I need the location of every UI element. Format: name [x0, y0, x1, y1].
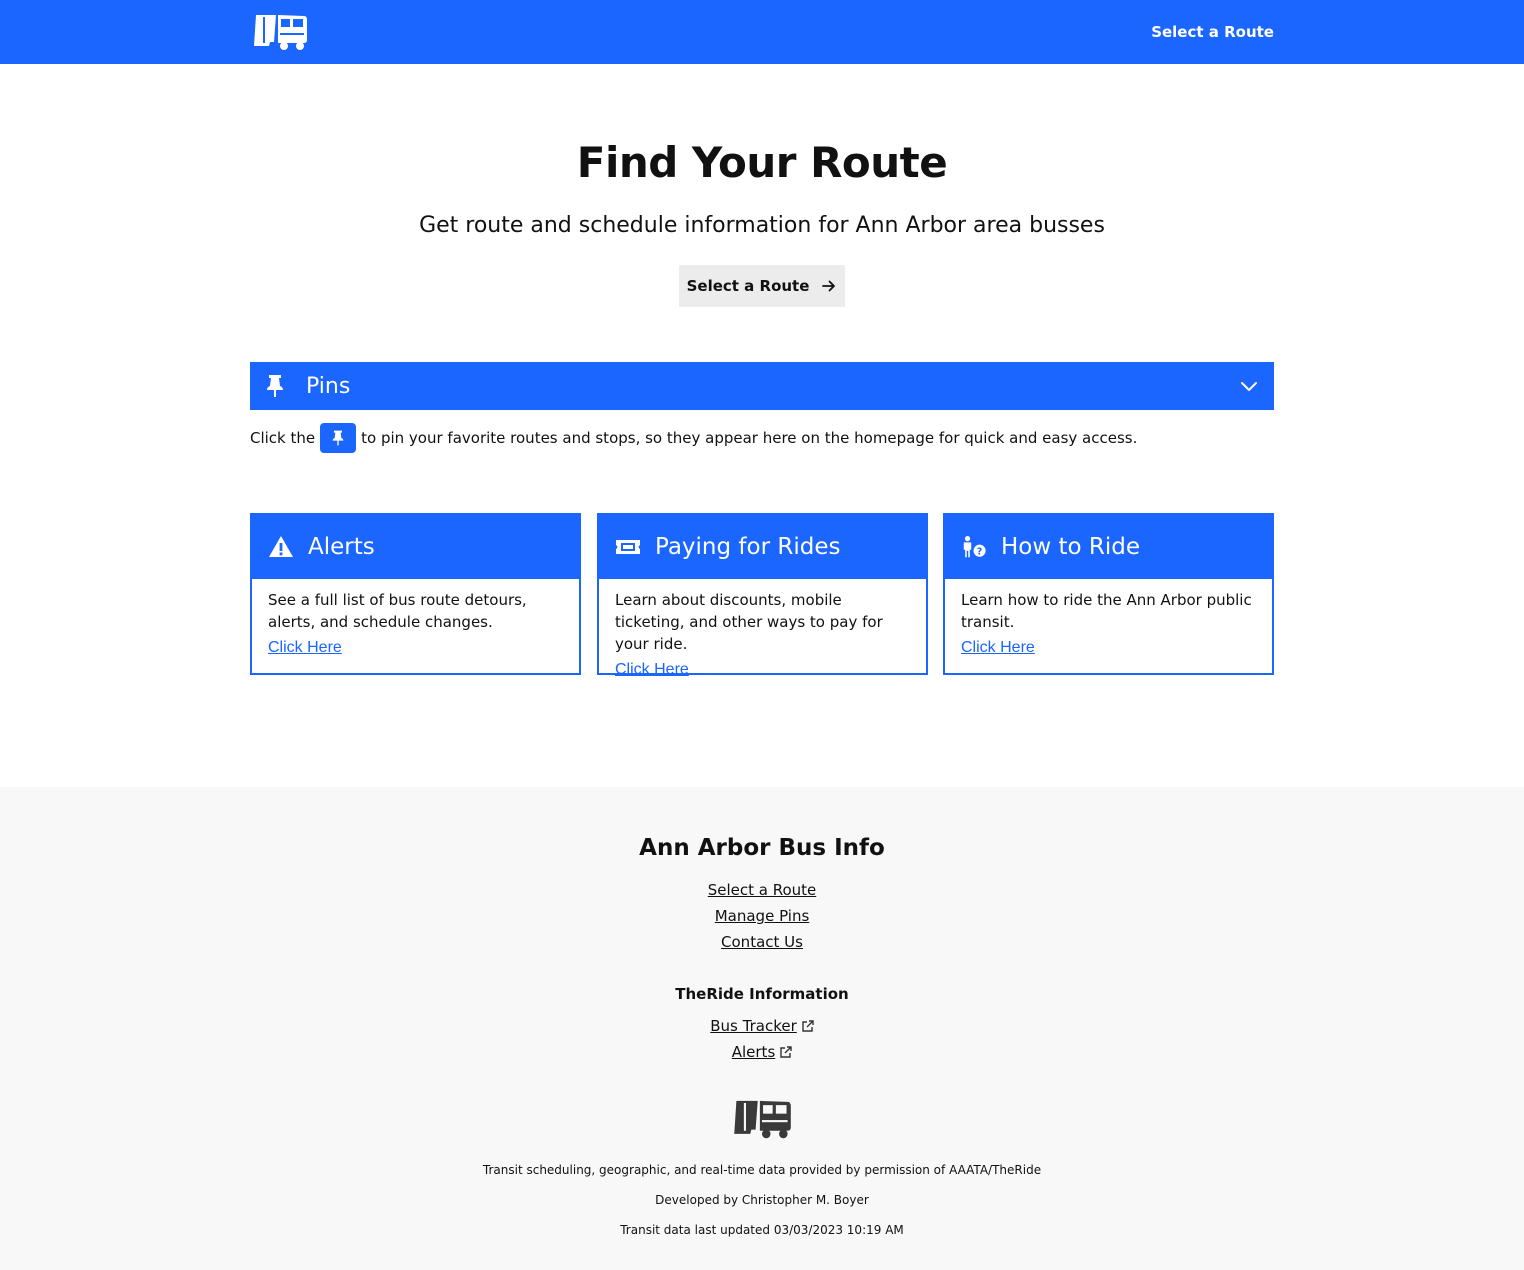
person-question-icon: ?	[963, 536, 986, 557]
theride-alerts-label: Alerts	[731, 1043, 776, 1061]
card-body: Learn about discounts, mobile ticketing,…	[599, 579, 926, 689]
external-link-row: Bus Tracker	[0, 1013, 1524, 1039]
footer-select-route-link[interactable]: Select a Route	[0, 877, 1524, 903]
thumbtack-icon	[267, 375, 283, 397]
inline-pin-badge	[320, 423, 357, 453]
card-header: ? How to Ride	[945, 515, 1272, 579]
card-title: Alerts	[308, 534, 375, 560]
footer-links: Select a Route Manage Pins Contact Us	[0, 877, 1524, 955]
card-header: Alerts	[252, 515, 579, 579]
footer: Ann Arbor Bus Info Select a Route Manage…	[0, 787, 1524, 1270]
card-text: See a full list of bus route detours, al…	[268, 591, 527, 631]
footer-subtitle: TheRide Information	[675, 985, 849, 1003]
footer-contact-us-link[interactable]: Contact Us	[0, 929, 1524, 955]
thumbtack-icon	[332, 430, 344, 446]
external-link-icon	[780, 1045, 792, 1058]
data-attribution-note: Transit scheduling, geographic, and real…	[482, 1163, 1042, 1177]
card-how-to-ride: ? How to Ride Learn how to ride the Ann …	[943, 513, 1274, 675]
card-header: Paying for Rides	[599, 515, 926, 579]
ticket-icon	[616, 540, 640, 554]
bus-tracker-label: Bus Tracker	[710, 1017, 797, 1035]
card-text: Learn how to ride the Ann Arbor public t…	[961, 591, 1252, 631]
warning-triangle-icon	[269, 536, 293, 557]
bus-logo-icon	[734, 1100, 791, 1139]
paying-click-here-link[interactable]: Click Here	[615, 661, 689, 679]
pins-help-before: Click the	[250, 429, 316, 447]
card-alerts: Alerts See a full list of bus route deto…	[250, 513, 581, 675]
select-route-button-label: Select a Route	[686, 277, 810, 295]
card-body: Learn how to ride the Ann Arbor public t…	[945, 579, 1272, 667]
footer-manage-pins-link[interactable]: Manage Pins	[0, 903, 1524, 929]
card-paying-for-rides: Paying for Rides Learn about discounts, …	[597, 513, 928, 678]
pins-title: Pins	[306, 373, 351, 399]
alerts-click-here-link[interactable]: Click Here	[268, 639, 342, 657]
card-title: Paying for Rides	[655, 534, 841, 560]
external-link-icon	[802, 1019, 814, 1032]
footer-title: Ann Arbor Bus Info	[639, 835, 885, 861]
select-route-button[interactable]: Select a Route	[679, 265, 845, 307]
card-body: See a full list of bus route detours, al…	[252, 579, 579, 667]
chevron-down-icon[interactable]	[1240, 377, 1258, 395]
svg-text:?: ?	[977, 546, 982, 557]
pins-help-text: Click the to pin your favorite routes an…	[250, 423, 1274, 453]
theride-alerts-link[interactable]: Alerts	[732, 1039, 793, 1065]
external-link-row: Alerts	[0, 1039, 1524, 1065]
card-title: How to Ride	[1001, 534, 1141, 560]
developer-note: Developed by Christopher M. Boyer	[655, 1193, 869, 1207]
pins-accordion-header[interactable]: Pins	[250, 362, 1274, 410]
card-text: Learn about discounts, mobile ticketing,…	[615, 591, 883, 653]
page-subtitle: Get route and schedule information for A…	[419, 213, 1105, 238]
bus-tracker-link[interactable]: Bus Tracker	[710, 1013, 814, 1039]
navbar: Select a Route	[0, 0, 1524, 64]
pins-help-after: to pin your favorite routes and stops, s…	[361, 429, 1138, 447]
external-links: Bus Tracker Alerts	[0, 1013, 1524, 1065]
how-to-ride-click-here-link[interactable]: Click Here	[961, 639, 1035, 657]
bus-logo-icon[interactable]	[250, 12, 310, 52]
page-title: Find Your Route	[576, 138, 948, 187]
arrow-right-icon	[822, 280, 836, 292]
data-updated-note: Transit data last updated 03/03/2023 10:…	[620, 1223, 904, 1237]
nav-select-route-link[interactable]: Select a Route	[1151, 23, 1274, 41]
navbar-inner: Select a Route	[250, 0, 1274, 64]
